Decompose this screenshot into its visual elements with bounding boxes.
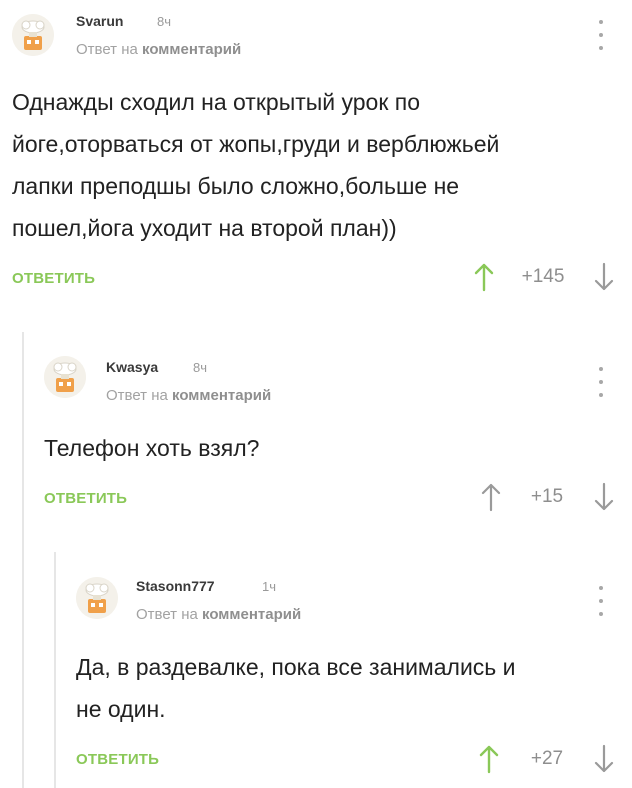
reply-to-prefix: Ответ на (136, 606, 198, 623)
comments-page: Svarun 8ч Ответ на комментарий Однажды с… (0, 0, 632, 788)
comment-3: Stasonn777 1ч Ответ на комментарий Да, в… (0, 0, 632, 788)
kebab-menu-icon[interactable] (597, 586, 605, 616)
comment-author[interactable]: Stasonn777 (136, 578, 215, 594)
arrow-down-icon[interactable] (594, 744, 614, 774)
reply-to-line: Ответ на комментарий (136, 606, 301, 623)
chef-avatar-icon[interactable] (76, 577, 118, 619)
reply-button[interactable]: ОТВЕТИТЬ (76, 751, 159, 768)
comment-time: 1ч (262, 579, 277, 594)
comment-body: Да, в раздевалке, пока все занимались и … (76, 646, 616, 730)
comment-body-line: не один. (76, 696, 166, 722)
comment-body-line: Да, в раздевалке, пока все занимались и (76, 654, 516, 680)
reply-to-comment-link[interactable]: комментарий (202, 606, 301, 623)
arrow-up-icon[interactable] (479, 744, 499, 774)
vote-score: +27 (530, 748, 564, 769)
